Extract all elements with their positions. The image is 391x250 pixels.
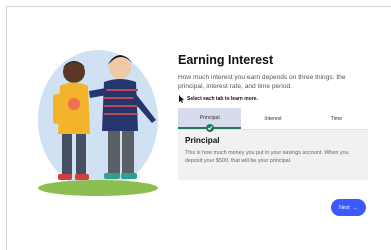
check-circle-icon — [205, 124, 214, 133]
lesson-intro: How much interest you earn depends on th… — [178, 74, 346, 91]
panel-text: This is how much money you put in your s… — [185, 150, 349, 165]
tab-panel: Principal This is how much money you put… — [178, 130, 368, 181]
tab-interest[interactable]: Interest — [241, 108, 304, 129]
tab-instruction: Select each tab to learn more. — [178, 95, 368, 104]
instruction-text: Select each tab to learn more. — [187, 96, 258, 103]
tab-time[interactable]: Time — [305, 108, 368, 129]
tab-principal-label: Principal — [199, 114, 220, 121]
tab-interest-label: Interest — [264, 115, 282, 122]
tab-principal[interactable]: Principal — [178, 108, 242, 133]
next-button[interactable]: Next → — [331, 199, 366, 216]
mouse-pointer-icon — [179, 95, 184, 104]
page-title: Earning Interest — [178, 53, 274, 67]
panel-title: Principal — [185, 136, 220, 146]
students-illustration — [38, 50, 158, 196]
lesson-content: Earning Interest How much interest you e… — [178, 52, 368, 181]
info-tabs: Principal Interest Time — [178, 108, 368, 133]
tab-time-label: Time — [330, 115, 342, 122]
next-button-label: Next — [339, 204, 350, 211]
arrow-right-icon: → — [352, 204, 358, 211]
